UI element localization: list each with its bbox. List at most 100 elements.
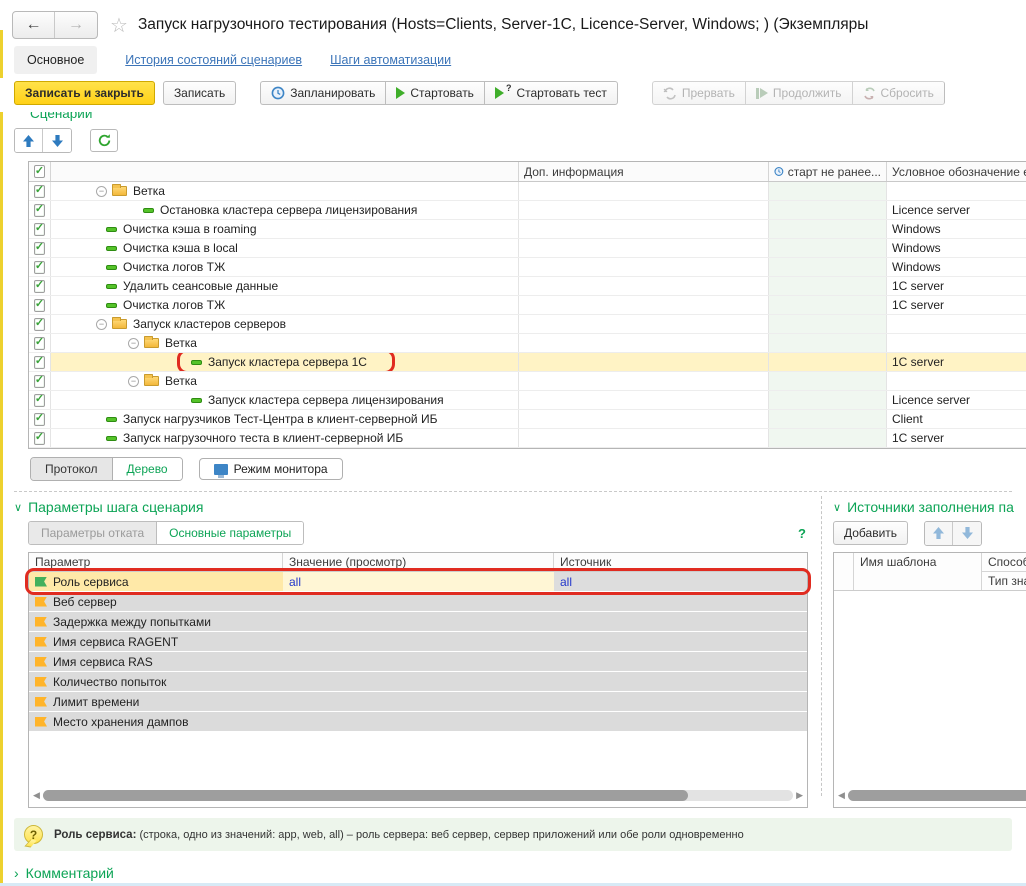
start-not-earlier-cell[interactable] [769, 239, 887, 257]
move-up-button[interactable] [15, 129, 43, 152]
row-checkbox[interactable]: ✓ [29, 277, 51, 295]
collapse-icon[interactable]: − [128, 337, 139, 349]
scroll-right-icon[interactable]: ▶ [796, 791, 803, 800]
designation-column-header[interactable]: Условное обозначение ед [887, 162, 1026, 181]
extra-info-cell[interactable] [519, 334, 769, 352]
parameter-name-cell[interactable]: Количество попыток [29, 672, 283, 691]
row-checkbox[interactable]: ✓ [29, 201, 51, 219]
table-row[interactable]: Роль сервиса all all [25, 568, 811, 595]
designation-cell[interactable]: Licence server [887, 391, 1026, 409]
row-checkbox[interactable]: ✓ [29, 410, 51, 428]
parameter-value-cell[interactable] [283, 672, 554, 691]
table-row[interactable]: ✓ Очистка логов ТЖ 1C server [29, 296, 1026, 315]
scroll-left-icon[interactable]: ◀ [838, 791, 845, 800]
parameter-name-cell[interactable]: Лимит времени [29, 692, 283, 711]
source-move-up-button[interactable] [925, 521, 954, 545]
table-row[interactable]: Количество попыток [29, 672, 807, 691]
param-column-header[interactable]: Параметр [29, 553, 283, 571]
parameter-value-cell[interactable] [283, 712, 554, 731]
row-checkbox[interactable]: ✓ [29, 258, 51, 276]
row-checkbox[interactable]: ✓ [29, 315, 51, 333]
start-not-earlier-cell[interactable] [769, 315, 887, 333]
table-row[interactable]: ✓ − Ветка [29, 182, 1026, 201]
tree-cell[interactable]: − Запуск кластеров серверов [51, 315, 519, 333]
table-row[interactable]: Имя сервиса RAGENT [29, 632, 807, 651]
start-not-earlier-cell[interactable] [769, 334, 887, 352]
table-row[interactable]: ✓ Очистка логов ТЖ Windows [29, 258, 1026, 277]
designation-cell[interactable]: 1C server [887, 429, 1026, 447]
extra-info-cell[interactable] [519, 182, 769, 200]
comment-section-header[interactable]: › Комментарий [14, 865, 1026, 881]
row-checkbox[interactable]: ✓ [29, 372, 51, 390]
table-row[interactable]: ✓ Запуск кластера сервера 1С 1C server [29, 353, 1026, 372]
extra-info-cell[interactable] [519, 220, 769, 238]
parameter-source-cell[interactable] [554, 652, 807, 671]
scroll-left-icon[interactable]: ◀ [33, 791, 40, 800]
extra-info-cell[interactable] [519, 315, 769, 333]
refresh-button[interactable] [90, 129, 118, 152]
parameter-source-cell[interactable] [554, 672, 807, 691]
view-tab-protocol[interactable]: Протокол [31, 458, 113, 480]
source-column-header[interactable]: Источник [554, 553, 807, 571]
start-not-earlier-cell[interactable] [769, 258, 887, 276]
start-not-earlier-cell[interactable] [769, 182, 887, 200]
parameter-value-cell[interactable] [283, 592, 554, 611]
start-not-earlier-cell[interactable] [769, 296, 887, 314]
save-close-button[interactable]: Записать и закрыть [14, 81, 155, 105]
tree-cell[interactable]: − Ветка [51, 182, 519, 200]
scenarios-section-header[interactable]: Сценарии [30, 112, 1026, 124]
designation-cell[interactable]: Client [887, 410, 1026, 428]
main-params-tab[interactable]: Основные параметры [157, 522, 304, 544]
tree-cell[interactable]: Очистка кэша в local [51, 239, 519, 257]
parameter-value-cell[interactable] [283, 612, 554, 631]
start-not-earlier-cell[interactable] [769, 410, 887, 428]
collapse-icon[interactable]: − [96, 185, 107, 197]
parameter-name-cell[interactable]: Задержка между попытками [29, 612, 283, 631]
table-row[interactable]: ✓ Удалить сеансовые данные 1C server [29, 277, 1026, 296]
template-name-column-header[interactable]: Имя шаблона [854, 553, 982, 590]
row-checkbox[interactable]: ✓ [29, 429, 51, 447]
designation-cell[interactable]: Windows [887, 258, 1026, 276]
extra-info-cell[interactable] [519, 372, 769, 390]
start-not-earlier-cell[interactable] [769, 277, 887, 295]
parameter-source-cell[interactable] [554, 712, 807, 731]
rollback-params-tab[interactable]: Параметры отката [29, 522, 158, 544]
step-parameters-section-header[interactable]: ∨ Параметры шага сценария [14, 496, 810, 518]
collapse-icon[interactable]: − [128, 375, 139, 387]
tree-cell[interactable]: Запуск кластера сервера 1С [51, 353, 519, 371]
extra-info-column-header[interactable]: Доп. информация [519, 162, 769, 181]
parameter-value-cell[interactable] [283, 652, 554, 671]
parameter-name-cell[interactable]: Роль сервиса [29, 572, 283, 591]
continue-button[interactable]: Продолжить [744, 81, 852, 105]
start-not-earlier-cell[interactable] [769, 353, 887, 371]
extra-info-cell[interactable] [519, 353, 769, 371]
table-row[interactable]: ✓ Запуск нагрузчиков Тест-Центра в клиент… [29, 410, 1026, 429]
view-tab-tree[interactable]: Дерево [112, 458, 182, 480]
parameter-source-cell[interactable] [554, 612, 807, 631]
tab-main[interactable]: Основное [14, 46, 98, 74]
parameter-name-cell[interactable]: Место хранения дампов [29, 712, 283, 731]
start-not-earlier-cell[interactable] [769, 220, 887, 238]
row-checkbox[interactable]: ✓ [29, 353, 51, 371]
designation-cell[interactable]: Windows [887, 239, 1026, 257]
table-row[interactable]: Веб сервер [29, 592, 807, 611]
row-checkbox[interactable]: ✓ [29, 220, 51, 238]
parameter-value-cell[interactable] [283, 632, 554, 651]
parameter-source-cell[interactable] [554, 592, 807, 611]
start-not-earlier-cell[interactable] [769, 429, 887, 447]
row-checkbox[interactable]: ✓ [29, 334, 51, 352]
table-row[interactable]: Задержка между попытками [29, 612, 807, 631]
favorite-star-icon[interactable]: ☆ [110, 13, 128, 38]
parameter-source-cell[interactable] [554, 632, 807, 651]
move-down-button[interactable] [43, 129, 71, 152]
select-all-header[interactable]: ✓ [29, 162, 51, 181]
table-row[interactable]: ✓ Очистка кэша в roaming Windows [29, 220, 1026, 239]
designation-cell[interactable] [887, 182, 1026, 200]
table-row[interactable]: ✓ − Ветка [29, 372, 1026, 391]
reset-button[interactable]: Сбросить [851, 81, 945, 105]
tree-cell[interactable]: Удалить сеансовые данные [51, 277, 519, 295]
parameter-name-cell[interactable]: Веб сервер [29, 592, 283, 611]
vertical-splitter[interactable] [810, 496, 822, 796]
fill-sources-section-header[interactable]: ∨ Источники заполнения па [833, 496, 1026, 518]
start-not-earlier-cell[interactable] [769, 372, 887, 390]
